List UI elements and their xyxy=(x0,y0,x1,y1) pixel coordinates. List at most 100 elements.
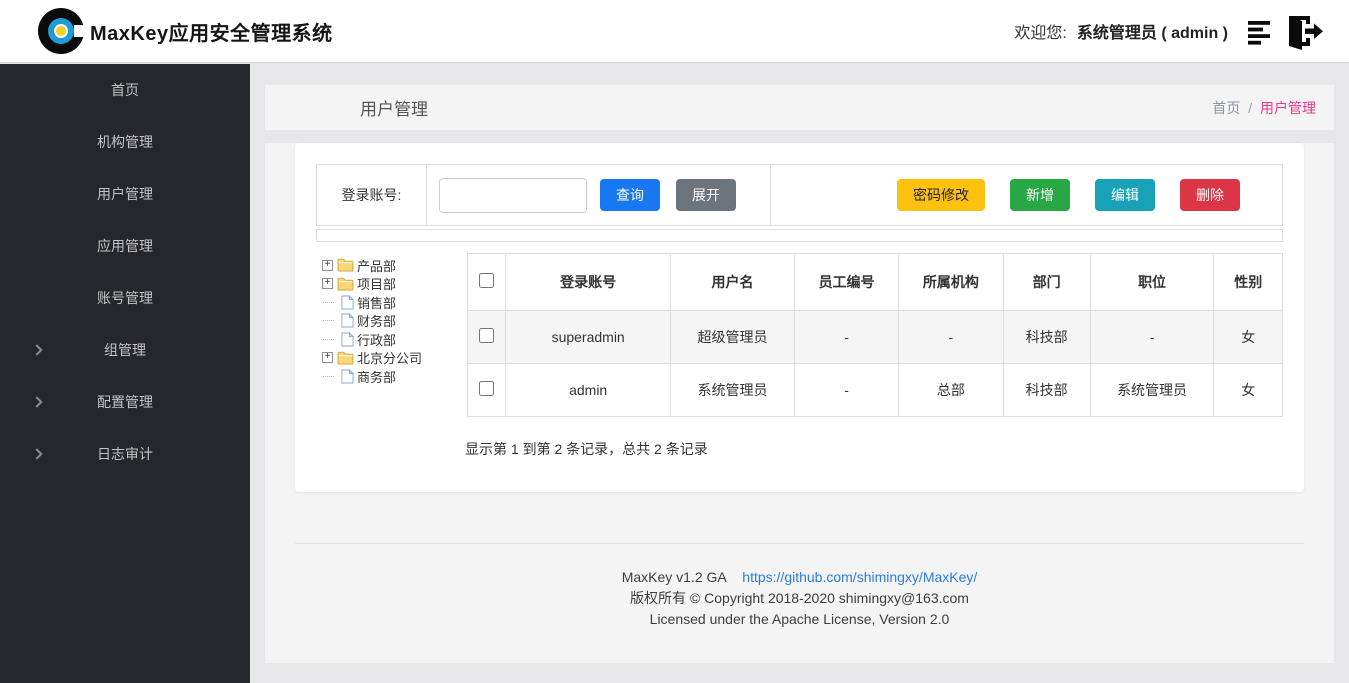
login-account-label: 登录账号: xyxy=(317,165,427,225)
logout-icon[interactable] xyxy=(1279,12,1323,50)
main-content: 用户管理 首页 / 用户管理 登录账号: 查询 展开 密码修改 xyxy=(250,64,1349,683)
user-table: 登录账号 用户名 员工编号 所属机构 部门 职位 性别 xyxy=(467,253,1283,417)
cell-department: 科技部 xyxy=(1003,311,1090,364)
current-user: 系统管理员 ( admin ) xyxy=(1077,19,1228,43)
chevron-right-icon xyxy=(31,344,42,355)
cell-position: 系统管理员 xyxy=(1090,364,1214,417)
breadcrumb-current: 用户管理 xyxy=(1260,100,1316,116)
cell-organization: 总部 xyxy=(899,364,1003,417)
search-toolbar: 登录账号: 查询 展开 密码修改 新增 编辑 删除 xyxy=(316,164,1283,226)
sidebar-item-home[interactable]: 首页 xyxy=(0,64,250,116)
row-checkbox[interactable] xyxy=(479,328,494,343)
tree-node-label: 商务部 xyxy=(357,367,396,386)
user-table-wrap: 登录账号 用户名 员工编号 所属机构 部门 职位 性别 xyxy=(467,253,1283,417)
footer-divider xyxy=(295,543,1304,544)
sidebar-item-label: 日志审计 xyxy=(97,444,153,464)
column-header: 部门 xyxy=(1003,254,1090,311)
cell-username: 系统管理员 xyxy=(671,364,795,417)
file-icon xyxy=(341,313,354,328)
tree-node-label: 北京分公司 xyxy=(357,348,422,367)
sidebar-item-org-management[interactable]: 机构管理 xyxy=(0,116,250,168)
delete-button[interactable]: 删除 xyxy=(1180,179,1240,211)
tree-node-sales-dept[interactable]: 销售部 xyxy=(322,293,464,312)
tree-expand-icon[interactable] xyxy=(322,260,333,271)
tree-connector xyxy=(322,371,337,382)
sidebar-item-label: 机构管理 xyxy=(97,132,153,152)
tree-node-finance-dept[interactable]: 财务部 xyxy=(322,312,464,331)
breadcrumb: 首页 / 用户管理 xyxy=(1212,98,1316,118)
expand-button[interactable]: 展开 xyxy=(676,179,736,211)
sidebar-item-label: 用户管理 xyxy=(97,184,153,204)
column-header: 用户名 xyxy=(671,254,795,311)
cell-login-account: admin xyxy=(506,364,671,417)
top-header: MaxKey应用安全管理系统 欢迎您: 系统管理员 ( admin ) xyxy=(0,0,1349,63)
table-row[interactable]: admin 系统管理员 - 总部 科技部 系统管理员 女 xyxy=(468,364,1283,417)
tree-node-admin-dept[interactable]: 行政部 xyxy=(322,330,464,349)
table-row[interactable]: superadmin 超级管理员 - - 科技部 - 女 xyxy=(468,311,1283,364)
department-tree: 产品部 项目部 xyxy=(322,253,464,417)
add-button[interactable]: 新增 xyxy=(1010,179,1070,211)
tree-connector xyxy=(322,297,337,308)
cell-login-account: superadmin xyxy=(506,311,671,364)
sidebar-item-app-management[interactable]: 应用管理 xyxy=(0,220,250,272)
tree-node-label: 产品部 xyxy=(357,256,396,275)
breadcrumb-separator: / xyxy=(1248,100,1252,116)
tree-connector xyxy=(322,315,337,326)
column-header: 职位 xyxy=(1090,254,1214,311)
login-account-input[interactable] xyxy=(439,178,587,213)
user-management-card: 登录账号: 查询 展开 密码修改 新增 编辑 删除 xyxy=(295,143,1304,492)
cell-employee-id: - xyxy=(794,364,898,417)
folder-icon xyxy=(337,351,354,365)
page-title: 用户管理 xyxy=(360,95,428,120)
sidebar-item-user-management[interactable]: 用户管理 xyxy=(0,168,250,220)
sidebar-item-account-management[interactable]: 账号管理 xyxy=(0,272,250,324)
column-header: 员工编号 xyxy=(794,254,898,311)
query-button[interactable]: 查询 xyxy=(600,179,660,211)
content-panel: 登录账号: 查询 展开 密码修改 新增 编辑 删除 xyxy=(265,143,1334,663)
sidebar-item-config-management[interactable]: 配置管理 xyxy=(0,376,250,428)
sidebar-item-label: 组管理 xyxy=(104,340,146,360)
sidebar-item-label: 首页 xyxy=(111,80,139,100)
chevron-right-icon xyxy=(31,448,42,459)
footer-license: Licensed under the Apache License, Versi… xyxy=(265,609,1334,630)
file-icon xyxy=(341,295,354,310)
footer-github-link[interactable]: https://github.com/shimingxy/MaxKey/ xyxy=(742,569,977,585)
sidebar-item-group-management[interactable]: 组管理 xyxy=(0,324,250,376)
tree-node-business-dept[interactable]: 商务部 xyxy=(322,367,464,386)
footer-version: MaxKey v1.2 GA xyxy=(622,569,727,585)
tree-node-label: 财务部 xyxy=(357,311,396,330)
chevron-right-icon xyxy=(31,396,42,407)
menu-list-icon[interactable] xyxy=(1248,18,1275,45)
select-all-checkbox[interactable] xyxy=(479,273,494,288)
folder-icon xyxy=(337,277,354,291)
app-window: MaxKey应用安全管理系统 欢迎您: 系统管理员 ( admin ) 首页 xyxy=(0,0,1349,683)
file-icon xyxy=(341,369,354,384)
cell-gender: 女 xyxy=(1214,364,1283,417)
row-checkbox[interactable] xyxy=(479,381,494,396)
sidebar-item-label: 配置管理 xyxy=(97,392,153,412)
cell-gender: 女 xyxy=(1214,311,1283,364)
sidebar-item-label: 应用管理 xyxy=(97,236,153,256)
tree-node-product-dept[interactable]: 产品部 xyxy=(322,256,464,275)
tree-expand-icon[interactable] xyxy=(322,278,333,289)
edit-button[interactable]: 编辑 xyxy=(1095,179,1155,211)
action-buttons: 密码修改 新增 编辑 删除 xyxy=(770,165,1282,225)
tree-expand-icon[interactable] xyxy=(322,352,333,363)
sidebar-item-log-audit[interactable]: 日志审计 xyxy=(0,428,250,480)
cell-username: 超级管理员 xyxy=(671,311,795,364)
app-title: MaxKey应用安全管理系统 xyxy=(90,17,333,46)
collapsed-advanced-search-strip xyxy=(316,229,1283,242)
change-password-button[interactable]: 密码修改 xyxy=(897,179,985,211)
table-header-row: 登录账号 用户名 员工编号 所属机构 部门 职位 性别 xyxy=(468,254,1283,311)
tree-node-label: 销售部 xyxy=(357,293,396,312)
pagination-summary: 显示第 1 到第 2 条记录，总共 2 条记录 xyxy=(465,439,1304,459)
sidebar-item-label: 账号管理 xyxy=(97,288,153,308)
footer-copyright: 版权所有 © Copyright 2018-2020 shimingxy@163… xyxy=(265,588,1334,609)
tree-node-project-dept[interactable]: 项目部 xyxy=(322,275,464,294)
page-footer: MaxKey v1.2 GA https://github.com/shimin… xyxy=(265,567,1334,630)
tree-node-label: 行政部 xyxy=(357,330,396,349)
breadcrumb-home-link[interactable]: 首页 xyxy=(1212,100,1240,116)
tree-node-beijing-branch[interactable]: 北京分公司 xyxy=(322,349,464,368)
cell-organization: - xyxy=(899,311,1003,364)
welcome-label: 欢迎您: xyxy=(1014,19,1066,43)
